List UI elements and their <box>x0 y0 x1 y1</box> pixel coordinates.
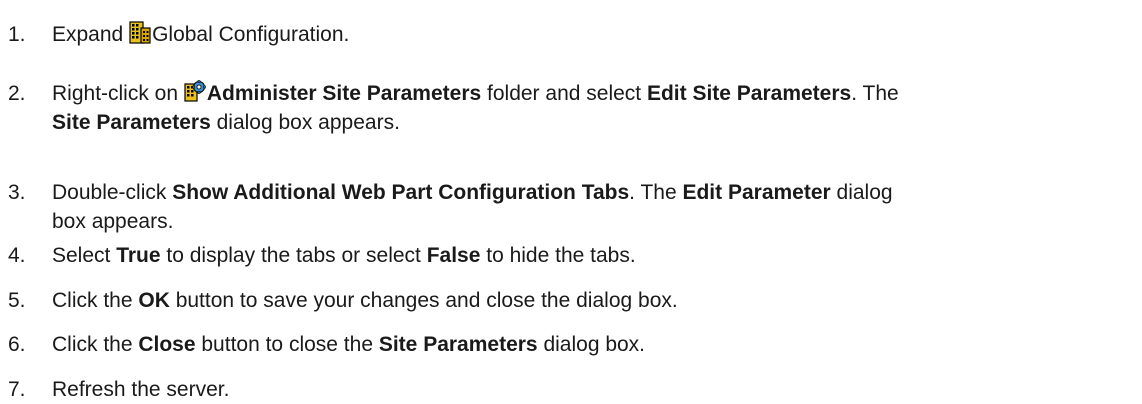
step-text-run: dialog box appears. <box>210 111 400 134</box>
step-text-run: button to close the <box>195 333 379 356</box>
step-text: Select True to display the tabs or selec… <box>52 241 1132 270</box>
step-number: 5. <box>8 289 26 312</box>
step-text-run: Click the <box>52 333 139 356</box>
step-number: 6. <box>8 333 26 356</box>
global-configuration-icon <box>129 21 151 44</box>
step-text-run: Double-click <box>52 181 173 204</box>
step-text-run: Click the <box>52 289 139 312</box>
step-text-run: Edit Parameter <box>682 181 831 204</box>
step-text-run: Expand <box>52 23 130 46</box>
step-text-run: OK <box>138 289 170 312</box>
step-text-run: Site Parameters <box>378 333 538 356</box>
instruction-page: 1. Expand Global Configuration. 2. Right… <box>0 0 1142 401</box>
step-number: 1. <box>8 23 26 46</box>
step-text: Double-click Show Additional Web Part Co… <box>52 178 1132 236</box>
step-text-run: dialog <box>830 181 893 204</box>
step-text-run: Close <box>138 333 196 356</box>
step-text-run: Global Configuration. <box>152 23 350 46</box>
step-text: Click the OK button to save your changes… <box>52 286 1132 315</box>
step-number: 4. <box>8 244 26 267</box>
step-text-run: Refresh the server. <box>52 378 230 401</box>
step-text-run: . The <box>629 181 683 204</box>
step-text: Right-click on Administer Site Parameter… <box>52 79 1132 137</box>
step-number: 2. <box>8 82 26 105</box>
step-text-run: True <box>116 244 161 267</box>
step-text-run: button to save your changes and close th… <box>169 289 678 312</box>
step-text-run: Right-click on <box>52 82 184 105</box>
step-text-run: dialog box. <box>537 333 646 356</box>
step-text: Click the Close button to close the Site… <box>52 330 1132 359</box>
step-text-run: folder and select <box>481 82 647 105</box>
step-text-run: . The <box>851 82 899 105</box>
step-text-run: Show Additional Web Part Configuration T… <box>172 181 630 204</box>
administer-site-parameters-icon <box>184 80 206 103</box>
step-text-run: to display the tabs or select <box>160 244 427 267</box>
step-text-run: to hide the tabs. <box>480 244 636 267</box>
step-text-run: Site Parameters <box>52 111 211 134</box>
step-text-run: Edit Site Parameters <box>646 82 852 105</box>
step-text: Refresh the server. <box>52 375 1132 404</box>
step-text: Expand Global Configuration. <box>52 20 1132 49</box>
step-text-run: box appears. <box>52 210 174 233</box>
step-text-run: False <box>426 244 481 267</box>
step-number: 3. <box>8 181 26 204</box>
step-text-run: Administer Site Parameters <box>206 82 482 105</box>
step-number: 7. <box>8 378 26 401</box>
step-text-run: Select <box>52 244 117 267</box>
